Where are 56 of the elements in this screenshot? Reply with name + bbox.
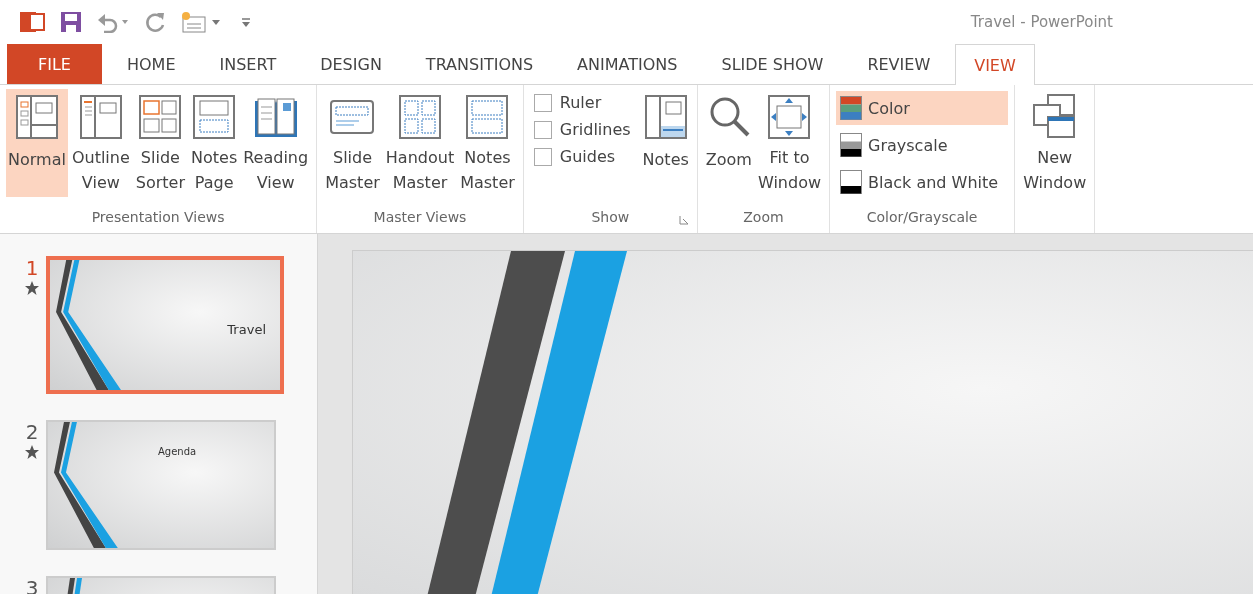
- slide-sorter-icon: [137, 93, 184, 139]
- checkbox[interactable]: [533, 147, 552, 166]
- new-window-icon: [1031, 93, 1078, 139]
- color-mode-icon: [840, 96, 863, 120]
- ribbon-button[interactable]: New Window: [1021, 89, 1089, 197]
- redo-icon[interactable]: [144, 11, 166, 33]
- slide-stripes-drawing: [66, 578, 84, 594]
- checkbox[interactable]: [533, 93, 552, 112]
- color-mode-icon: [840, 133, 863, 157]
- ribbon-button[interactable]: Reading View: [241, 89, 311, 197]
- ribbon-button[interactable]: Fit to Window: [755, 89, 824, 197]
- ribbon-button[interactable]: Grayscale: [836, 128, 1009, 162]
- window-title: Travel - PowerPoint: [970, 13, 1113, 31]
- notes-master-icon: [464, 93, 511, 139]
- ribbon-button[interactable]: Zoom: [703, 89, 754, 197]
- customize-toolbar-icon[interactable]: [240, 15, 252, 29]
- group-title: Color/Grayscale: [865, 209, 979, 227]
- ribbon-button[interactable]: Notes Page: [189, 89, 240, 197]
- ribbon-button[interactable]: Normal: [6, 89, 68, 197]
- notes-page-icon: [191, 93, 238, 139]
- slide-thumbnail[interactable]: Agenda: [46, 420, 276, 550]
- ribbon-button[interactable]: Slide Sorter: [133, 89, 187, 197]
- save-icon[interactable]: [60, 11, 82, 33]
- outline-view-icon: [77, 93, 124, 139]
- ribbon-button[interactable]: Color: [836, 91, 1009, 125]
- group-title: Show: [590, 209, 631, 227]
- notes-pane-icon: [642, 93, 689, 141]
- group-title: Presentation Views: [90, 209, 226, 227]
- ribbon-tab[interactable]: VIEW: [955, 44, 1035, 85]
- handout-master-icon: [397, 93, 443, 139]
- checkbox-label: Guides: [559, 147, 616, 166]
- star-icon: [24, 280, 40, 296]
- group-title: Zoom: [742, 209, 785, 227]
- ribbon-button[interactable]: Outline View: [69, 89, 132, 197]
- ribbon-button[interactable]: Handout Master: [383, 89, 457, 197]
- slide-thumbnail-title: Travel: [227, 322, 266, 337]
- star-icon: [24, 444, 40, 460]
- undo-icon[interactable]: [96, 11, 130, 33]
- color-mode-icon: [840, 170, 863, 194]
- file-tab[interactable]: FILE: [7, 44, 102, 84]
- slide-canvas[interactable]: [352, 250, 1253, 594]
- slide-thumbnail[interactable]: Travel: [46, 256, 284, 394]
- group-title: Master Views: [372, 209, 468, 227]
- dialog-launcher-icon[interactable]: [678, 215, 689, 225]
- slide-thumbnail-title: Agenda: [158, 446, 197, 457]
- fit-to-window-icon: [766, 93, 813, 139]
- normal-view-icon: [13, 93, 60, 141]
- ribbon-button[interactable]: Slide Master: [323, 89, 382, 197]
- ribbon-button[interactable]: Notes Master: [458, 89, 517, 197]
- ribbon-button[interactable]: Black and White: [836, 165, 1009, 199]
- checkbox-label: Ruler: [559, 93, 602, 112]
- slide-number: 1: [25, 256, 39, 280]
- ribbon-button[interactable]: Notes: [640, 89, 691, 197]
- checkbox[interactable]: [533, 120, 552, 139]
- slide-number: 2: [25, 420, 39, 444]
- checkbox-label: Gridlines: [559, 120, 631, 139]
